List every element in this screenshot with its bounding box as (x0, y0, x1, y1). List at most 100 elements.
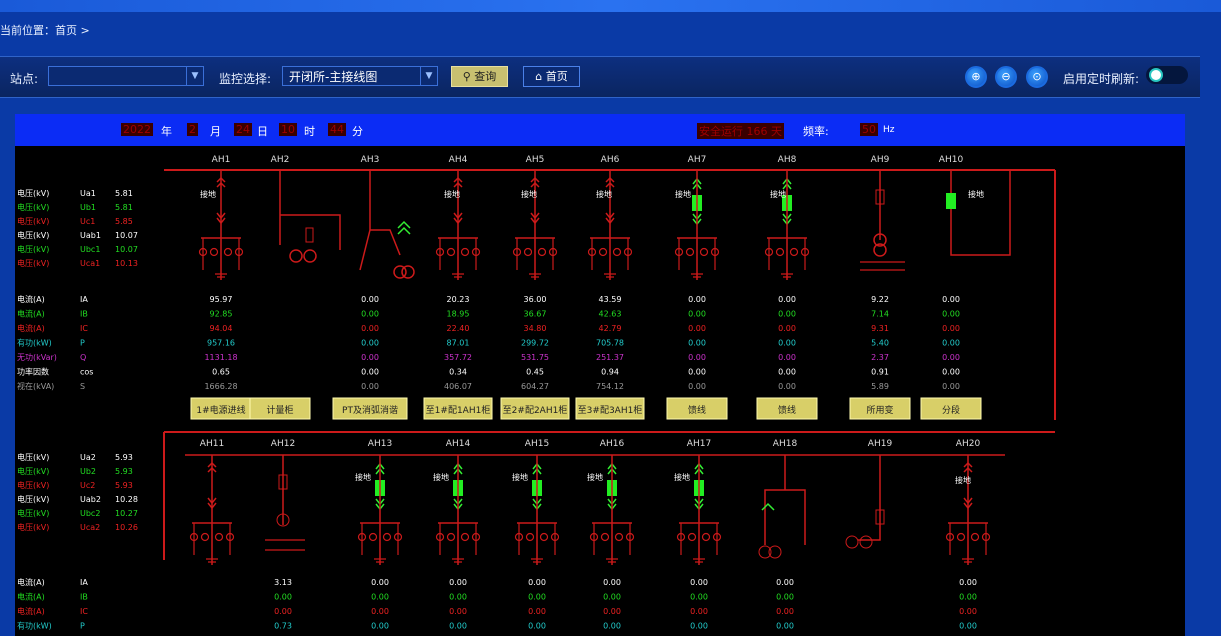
cabinet-label-bottom: AH11 (200, 439, 224, 449)
feeder-ah7 (674, 170, 720, 280)
measure-code: cos (80, 368, 93, 377)
voltage-value: 5.93 (115, 481, 133, 490)
ct-coil-icon (223, 247, 233, 257)
cabinet-label-bottom: AH19 (868, 439, 893, 449)
measure-value: 5.89 (871, 382, 889, 391)
measure-value: 2.37 (871, 353, 889, 362)
ct-coil-icon (446, 532, 456, 542)
measure-value: 9.31 (871, 324, 889, 333)
cabinet-label-bottom: AH18 (773, 439, 798, 449)
measure-value: 604.27 (521, 382, 549, 391)
measure-value: 957.16 (207, 339, 235, 348)
single-line-diagram: AH1 AH2 AH3 AH4 AH5 AH6 AH7 AH8 AH9 AH10接地 接地 接地 接地接… (17, 155, 1056, 631)
voltage-value: 5.81 (115, 203, 133, 212)
measure-label: 电流(A) (17, 592, 45, 602)
ct-coil-icon (537, 247, 547, 257)
feeder-ah14 (435, 455, 481, 565)
voltage-code: Uca1 (80, 259, 100, 268)
lv-busbar (265, 539, 305, 551)
measure-value: 0.45 (526, 368, 544, 377)
voltage-value: 5.93 (115, 453, 133, 462)
feeder-ah17 (676, 455, 722, 565)
voltage-label: 电压(kV) (17, 258, 49, 268)
measure-code: IA (80, 578, 88, 587)
cabinet-name-label: 馈线 (688, 404, 706, 416)
measure-value: 7.14 (871, 310, 889, 319)
measure-value: 1131.18 (204, 353, 237, 362)
measure-value: 0.00 (449, 578, 467, 587)
measure-code: IB (80, 593, 88, 602)
measure-value: 0.00 (371, 622, 389, 631)
metering-branch (279, 170, 341, 250)
measure-value: 87.01 (447, 339, 470, 348)
voltage-code: Uc1 (80, 217, 95, 226)
voltage-label: 电压(kV) (17, 522, 49, 532)
measure-value: 0.00 (688, 295, 706, 304)
cabinet-name-label: 馈线 (778, 404, 796, 416)
ct-coil-icon (200, 532, 210, 542)
fuse-icon (305, 227, 314, 243)
voltage-code: Uca2 (80, 523, 100, 532)
voltage-value: 10.26 (115, 523, 138, 532)
ct-coil-icon (209, 247, 219, 257)
measure-value: 0.91 (871, 368, 889, 377)
measure-value: 0.00 (361, 382, 379, 391)
measure-value: 9.22 (871, 295, 889, 304)
feeder-ah15 (514, 455, 560, 565)
measure-value: 0.00 (688, 310, 706, 319)
measure-value: 406.07 (444, 382, 472, 391)
pt-coil-icon (845, 535, 859, 549)
measure-value: 0.00 (371, 593, 389, 602)
voltage-code: Ub2 (80, 467, 96, 476)
measure-value: 94.04 (210, 324, 233, 333)
ct-coil-icon (687, 532, 697, 542)
voltage-label: 电压(kV) (17, 202, 49, 212)
measure-value: 0.00 (942, 310, 960, 319)
cabinet-label-top: AH3 (361, 155, 380, 165)
cabinet-label-top: AH10 (939, 155, 964, 165)
ct-coil-icon (775, 247, 785, 257)
cabinet-name-label: 至3#配3AH1柜 (578, 404, 643, 416)
cabinet-label-top: AH6 (601, 155, 620, 165)
voltage-value: 5.93 (115, 467, 133, 476)
metering-branch (858, 455, 881, 541)
measure-value: 251.37 (596, 353, 624, 362)
ground-label: 接地 (596, 189, 612, 199)
measure-value: 0.00 (688, 368, 706, 377)
measure-code: IC (80, 324, 88, 333)
measure-value: 0.00 (361, 295, 379, 304)
ground-label: 接地 (770, 189, 786, 199)
measure-value: 0.00 (449, 622, 467, 631)
voltage-label: 电压(kV) (17, 466, 49, 476)
measure-code: P (80, 339, 85, 348)
measure-value: 0.00 (528, 578, 546, 587)
measure-value: 0.65 (212, 368, 230, 377)
voltage-value: 5.85 (115, 217, 133, 226)
measure-value: 0.00 (959, 622, 977, 631)
pt-coil-icon (303, 249, 317, 263)
measure-value: 0.94 (601, 368, 619, 377)
pt-branch (359, 170, 401, 271)
measure-value: 1666.28 (204, 382, 237, 391)
ground-label: 接地 (355, 472, 371, 482)
cabinet-label-bottom: AH20 (956, 439, 981, 449)
ct-coil-icon (614, 532, 624, 542)
measure-value: 0.00 (690, 622, 708, 631)
ct-coil-icon (612, 247, 622, 257)
voltage-code: Ua2 (80, 453, 96, 462)
measure-value: 0.00 (528, 607, 546, 616)
cabinet-name-label: 至2#配2AH1柜 (503, 404, 568, 416)
measure-value: 22.40 (447, 324, 470, 333)
ct-coil-icon (523, 247, 533, 257)
cabinet-name-label: 分段 (942, 404, 960, 416)
voltage-value: 10.28 (115, 495, 138, 504)
feeder-ah4 (435, 170, 481, 280)
measure-value: 0.00 (959, 593, 977, 602)
ground-label: 接地 (444, 189, 460, 199)
breaker-chevron-icon (397, 220, 411, 235)
measure-value: 0.00 (942, 339, 960, 348)
cabinet-name-label: 所用变 (866, 404, 893, 416)
voltage-value: 10.27 (115, 509, 138, 518)
ground-label: 接地 (433, 472, 449, 482)
measure-value: 92.85 (210, 310, 233, 319)
